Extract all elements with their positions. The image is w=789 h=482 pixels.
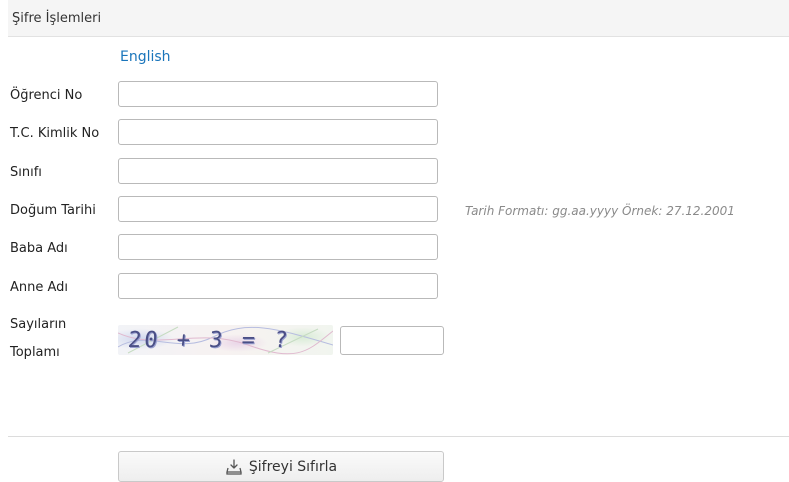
student-no-label: Öğrenci No (10, 88, 83, 103)
password-operations-panel: Şifre İşlemleri English Öğrenci No T.C. … (8, 0, 789, 482)
reset-password-label: Şifreyi Sıfırla (248, 458, 338, 475)
birth-date-format-hint: Tarih Formatı: gg.aa.yyyy Örnek: 27.12.2… (465, 204, 735, 218)
reset-password-button[interactable]: Şifreyi Sıfırla (118, 451, 444, 482)
english-language-link[interactable]: English (120, 49, 171, 65)
panel-title: Şifre İşlemleri (12, 11, 102, 26)
class-row: Sınıfı (8, 158, 789, 186)
father-name-row: Baba Adı (8, 234, 789, 262)
form-divider (8, 436, 789, 437)
tc-no-input[interactable] (118, 119, 438, 145)
student-no-input[interactable] (118, 81, 438, 107)
birth-date-row: Doğum Tarihi Tarih Formatı: gg.aa.yyyy Ö… (8, 196, 789, 224)
father-name-label: Baba Adı (10, 241, 68, 256)
class-input[interactable] (118, 158, 438, 184)
mother-name-row: Anne Adı (8, 273, 789, 301)
captcha-answer-input[interactable] (340, 326, 444, 355)
mother-name-input[interactable] (118, 273, 438, 299)
captcha-image: 20 + 3 = ? (118, 325, 333, 355)
mother-name-label: Anne Adı (10, 280, 69, 295)
class-label: Sınıfı (10, 165, 42, 180)
captcha-label-line1: Sayıların (10, 317, 67, 332)
captcha-text: 20 + 3 = ? (126, 328, 292, 353)
father-name-input[interactable] (118, 234, 438, 260)
birth-date-label: Doğum Tarihi (10, 203, 96, 218)
tc-no-label: T.C. Kimlik No (10, 126, 100, 141)
student-no-row: Öğrenci No (8, 81, 789, 109)
panel-header: Şifre İşlemleri (8, 0, 789, 37)
download-tray-icon (226, 458, 242, 475)
birth-date-input[interactable] (118, 196, 438, 222)
captcha-label-line2: Toplamı (10, 345, 60, 360)
tc-no-row: T.C. Kimlik No (8, 119, 789, 147)
